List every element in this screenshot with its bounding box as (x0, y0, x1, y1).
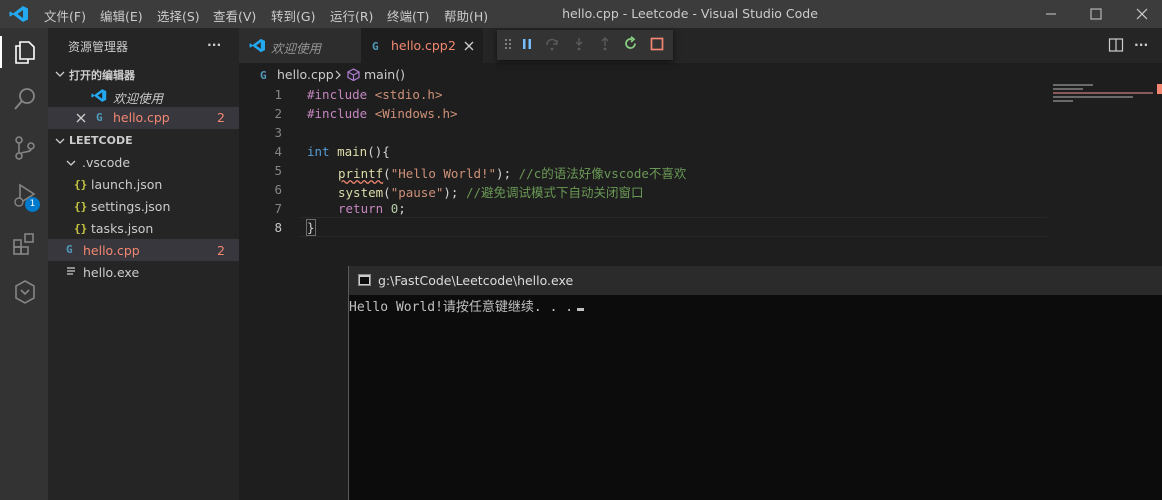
line-number: 6 (274, 182, 282, 197)
close-icon[interactable] (76, 113, 86, 123)
vscode-file-icon (91, 89, 107, 102)
line-number: 2 (274, 106, 282, 121)
open-editors-header[interactable]: 打开的编辑器 (69, 67, 135, 83)
pause-icon[interactable] (520, 37, 534, 51)
menu-edit[interactable]: 编辑(E) (100, 6, 143, 25)
code-line-1[interactable]: #include <stdio.h> (307, 87, 442, 102)
tab-hello-label: hello.cpp (391, 38, 448, 53)
cpp-file-icon: G (372, 40, 379, 53)
line-number: 7 (274, 201, 282, 216)
stop-icon[interactable] (650, 37, 664, 51)
code-line-4[interactable]: int main(){ (307, 144, 390, 159)
cpp-file-icon: G (66, 243, 73, 256)
tree-item-settings-json[interactable]: settings.json (91, 199, 170, 214)
current-line-highlight (300, 217, 1047, 237)
code-line-5[interactable]: printf("Hello World!"); //c的语法好像vscode不喜… (338, 163, 686, 182)
tree-item-hello-row[interactable] (48, 239, 239, 261)
cpp-file-icon: G (96, 111, 103, 124)
console-app-icon (358, 274, 371, 286)
step-out-icon[interactable] (598, 37, 612, 51)
tab-welcome-label: 欢迎使用 (271, 41, 322, 56)
chevron-down-icon[interactable] (66, 158, 76, 168)
extensions-icon[interactable] (12, 231, 38, 257)
code-line-6[interactable]: system("pause"); //避免调试模式下自动关闭窗口 (338, 182, 644, 201)
breadcrumb-symbol[interactable]: main() (364, 67, 405, 82)
menu-file[interactable]: 文件(F) (44, 6, 86, 25)
remote-icon[interactable] (12, 279, 38, 305)
overview-ruler-error (1157, 84, 1162, 94)
method-icon (347, 68, 360, 81)
tree-item-tasks-json[interactable]: tasks.json (91, 221, 153, 236)
json-file-icon: {} (74, 178, 88, 191)
grip-icon[interactable] (503, 37, 513, 51)
source-control-icon[interactable] (12, 135, 38, 161)
restart-icon[interactable] (623, 36, 638, 51)
minimap[interactable] (1053, 96, 1133, 98)
debug-badge: 1 (25, 197, 40, 212)
menu-run[interactable]: 运行(R) (330, 6, 373, 25)
menu-view[interactable]: 查看(V) (213, 6, 256, 25)
problems-count: 2 (217, 110, 225, 125)
step-over-icon[interactable] (545, 37, 559, 51)
cpp-file-icon: G (260, 69, 267, 82)
vscode-logo-icon (9, 6, 28, 22)
minimap[interactable] (1053, 100, 1073, 102)
minimap[interactable] (1053, 84, 1093, 86)
tab-problems-count: 2 (448, 38, 456, 53)
sidebar-title: 资源管理器 (68, 40, 129, 54)
search-icon[interactable] (12, 86, 38, 112)
folder-header[interactable]: LEETCODE (69, 134, 133, 147)
close-window-icon[interactable] (1132, 4, 1152, 24)
open-editor-welcome[interactable]: 欢迎使用 (113, 88, 163, 107)
maximize-icon[interactable] (1086, 4, 1106, 24)
json-file-icon: {} (74, 200, 88, 213)
tree-item-vscode-folder[interactable]: .vscode (82, 155, 130, 170)
file-icon (67, 267, 75, 275)
minimap[interactable] (1053, 88, 1083, 90)
minimize-icon[interactable] (1041, 4, 1061, 24)
menu-terminal[interactable]: 终端(T) (387, 6, 429, 25)
line-number: 4 (274, 144, 282, 159)
problems-count: 2 (217, 243, 225, 258)
more-actions-icon[interactable]: ··· (207, 37, 221, 52)
editor-more-actions-icon[interactable]: ··· (1134, 37, 1148, 52)
tree-item-hello-cpp[interactable]: hello.cpp (83, 243, 140, 258)
chevron-down-icon[interactable] (55, 69, 65, 79)
split-editor-icon[interactable] (1108, 37, 1124, 53)
tree-item-hello-exe[interactable]: hello.exe (83, 265, 139, 280)
minimap[interactable] (1053, 92, 1153, 94)
code-line-7[interactable]: return 0; (338, 201, 406, 216)
vscode-file-icon (249, 38, 265, 53)
menu-help[interactable]: 帮助(H) (444, 6, 488, 25)
line-number: 5 (274, 163, 282, 178)
explorer-icon[interactable] (12, 39, 38, 65)
line-number: 3 (274, 125, 282, 140)
menu-go[interactable]: 转到(G) (271, 6, 315, 25)
breadcrumb-file[interactable]: hello.cpp (277, 67, 334, 82)
step-into-icon[interactable] (572, 37, 586, 51)
close-icon[interactable] (464, 41, 474, 51)
menu-selection[interactable]: 选择(S) (157, 6, 200, 25)
code-line-2[interactable]: #include <Windows.h> (307, 106, 458, 121)
json-file-icon: {} (74, 222, 88, 235)
window-title: hello.cpp - Leetcode - Visual Studio Cod… (562, 6, 818, 21)
tree-item-launch-json[interactable]: launch.json (91, 177, 162, 192)
console-output: Hello World!请按任意键继续. . . (349, 296, 585, 315)
console-title: g:\FastCode\Leetcode\hello.exe (378, 273, 574, 288)
line-number: 1 (274, 87, 282, 102)
chevron-right-icon (335, 70, 341, 80)
chevron-down-icon[interactable] (55, 136, 65, 146)
open-editor-hello[interactable]: hello.cpp (113, 110, 170, 125)
console-cursor (577, 308, 585, 311)
code-line-8[interactable]: } (306, 219, 316, 236)
line-number-active: 8 (274, 220, 282, 235)
active-view-marker (0, 36, 2, 68)
